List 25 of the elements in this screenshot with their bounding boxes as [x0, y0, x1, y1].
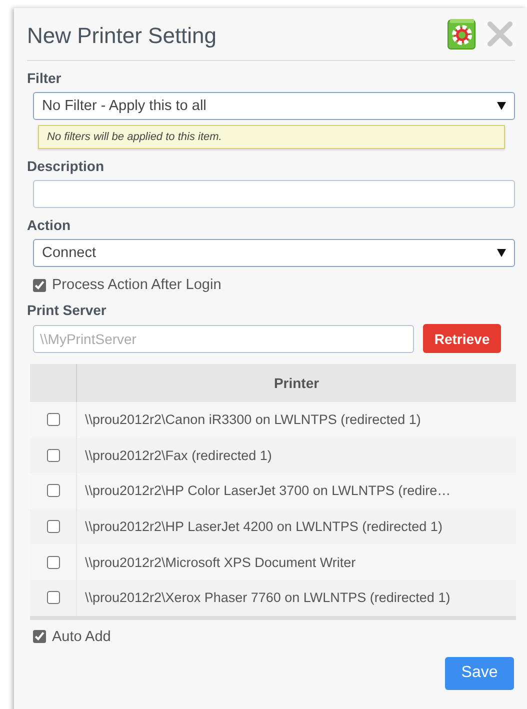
- process-after-login-label: Process Action After Login: [52, 277, 222, 293]
- row-checkbox[interactable]: [46, 556, 60, 569]
- dialog-title: New Printer Setting: [27, 22, 218, 49]
- auto-add-checkbox[interactable]: [33, 630, 46, 644]
- process-after-login-checkbox[interactable]: [33, 278, 46, 292]
- action-dropdown[interactable]: Connect: [33, 239, 515, 267]
- row-checkbox[interactable]: [46, 520, 60, 534]
- filter-dropdown[interactable]: No Filter - Apply this to all: [33, 92, 515, 120]
- row-checkbox[interactable]: [46, 448, 60, 462]
- row-checkbox[interactable]: [46, 484, 60, 498]
- retrieve-button[interactable]: Retrieve: [423, 324, 501, 353]
- printer-name-cell: \\prou2012r2\Xerox Phaser 7760 on LWLNTPS (redirected 1): [76, 580, 516, 616]
- description-field[interactable]: [33, 180, 515, 208]
- action-label: Action: [27, 217, 71, 233]
- print-server-field[interactable]: \\MyPrintServer: [33, 324, 414, 352]
- row-checkbox[interactable]: [46, 591, 60, 604]
- dropdown-caret-icon: [497, 249, 506, 257]
- description-label: Description: [27, 158, 104, 174]
- print-server-label: Print Server: [27, 302, 106, 318]
- filter-hint: No filters will be applied to this item.: [38, 125, 505, 149]
- dropdown-caret-icon: [497, 102, 506, 110]
- row-checkbox[interactable]: [46, 413, 60, 426]
- auto-add-label: Auto Add: [52, 628, 111, 645]
- filter-label: Filter: [27, 70, 62, 86]
- help-book-icon[interactable]: [447, 18, 477, 50]
